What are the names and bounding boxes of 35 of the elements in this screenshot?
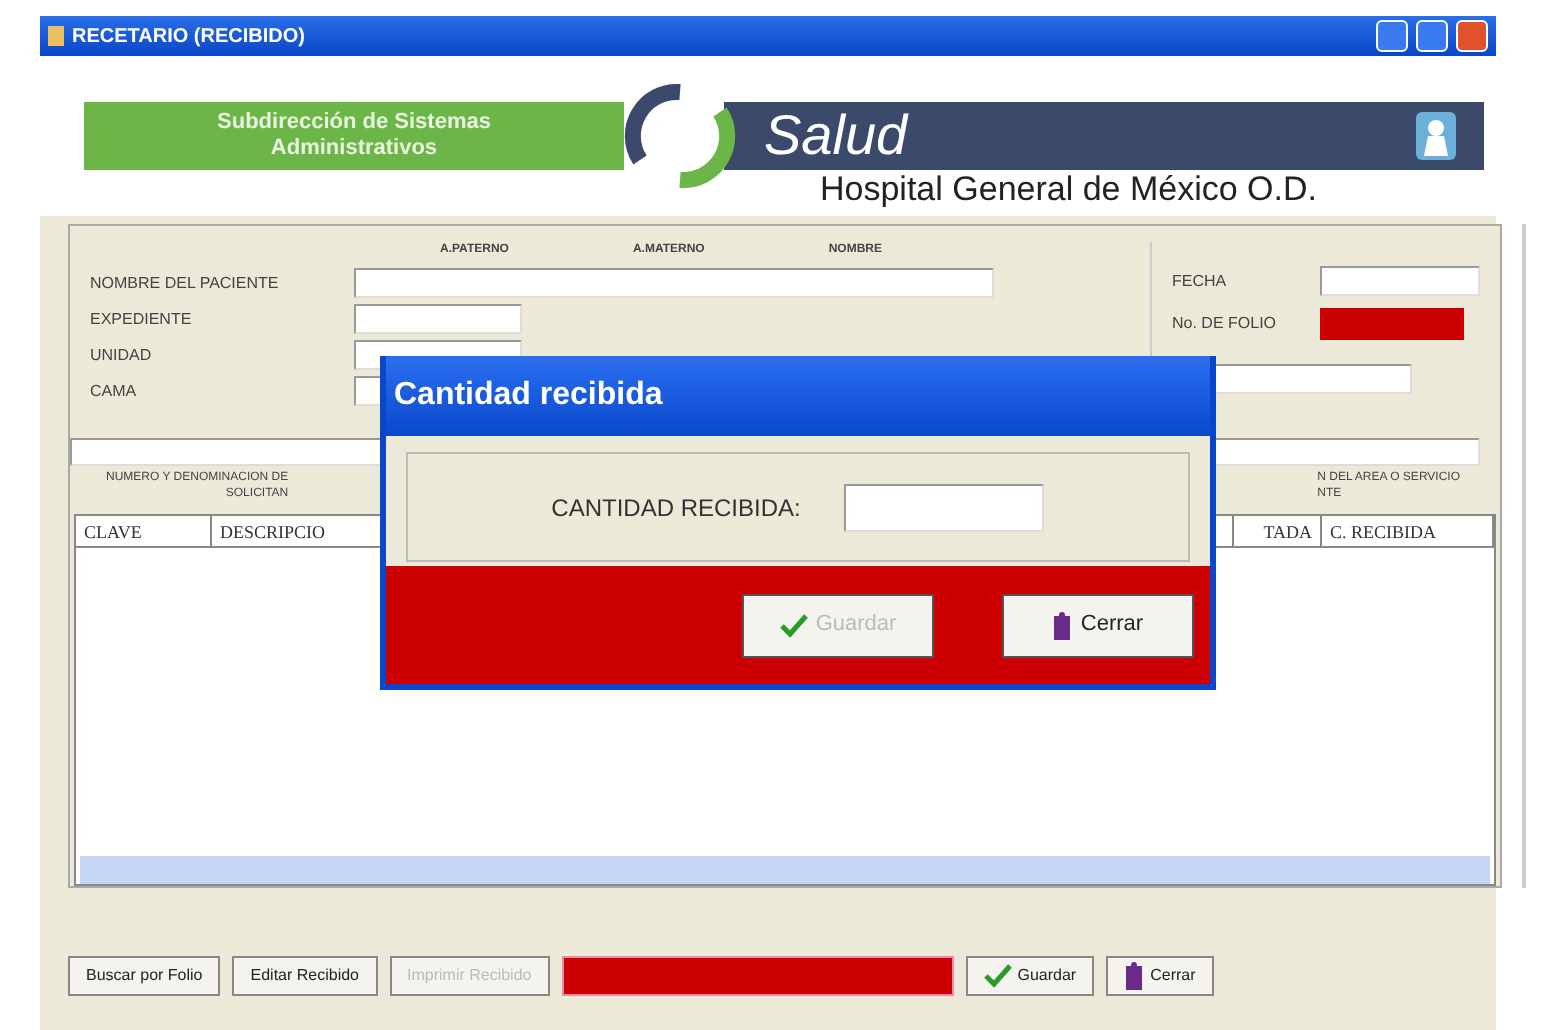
check-icon [779, 613, 808, 637]
column-header: CLAVE [76, 516, 212, 546]
field-label: EXPEDIENTE [90, 307, 194, 331]
brand-text: Salud [764, 102, 908, 170]
minimize-button[interactable] [1376, 20, 1408, 52]
field-label: No. DE FOLIO [1172, 312, 1279, 336]
field-label: NOMBRE DEL PACIENTE [90, 271, 281, 295]
maximize-button[interactable] [1416, 20, 1448, 52]
button[interactable]: Guardar [965, 956, 1095, 996]
close-button[interactable] [1456, 20, 1488, 52]
input-field[interactable] [354, 304, 522, 334]
button[interactable]: Cerrar [1002, 593, 1194, 657]
check-icon [983, 964, 1012, 988]
field-label: FECHA [1172, 269, 1229, 293]
field-label: UNIDAD [90, 343, 154, 367]
folio-field [1320, 308, 1464, 340]
field-label: CANTIDAD RECIBIDA: [551, 491, 801, 525]
app-icon [48, 26, 64, 46]
field-label: CAMA [90, 379, 139, 403]
hospital-name: Hospital General de México O.D. [820, 168, 1317, 212]
window-title: RECETARIO (RECIBIDO) [72, 23, 305, 51]
input-field[interactable] [354, 268, 994, 298]
door-icon [1052, 611, 1073, 639]
date-dropdown[interactable] [1320, 266, 1480, 296]
button[interactable]: Cerrar [1106, 956, 1214, 996]
column-header: C. RECIBIDA [1322, 516, 1494, 546]
quantity-field[interactable] [844, 483, 1045, 531]
door-icon [1124, 962, 1145, 990]
button[interactable]: Buscar por Folio [68, 956, 221, 996]
column-header: TADA [1234, 516, 1322, 546]
horizontal-scrollbar[interactable] [80, 856, 1490, 884]
dialog-title: Cantidad recibida [386, 356, 1210, 436]
department-text: Subdirección de Sistemas Administrativos [215, 110, 493, 162]
button[interactable]: Editar Recibido [232, 956, 377, 996]
figure-icon [1416, 112, 1456, 160]
